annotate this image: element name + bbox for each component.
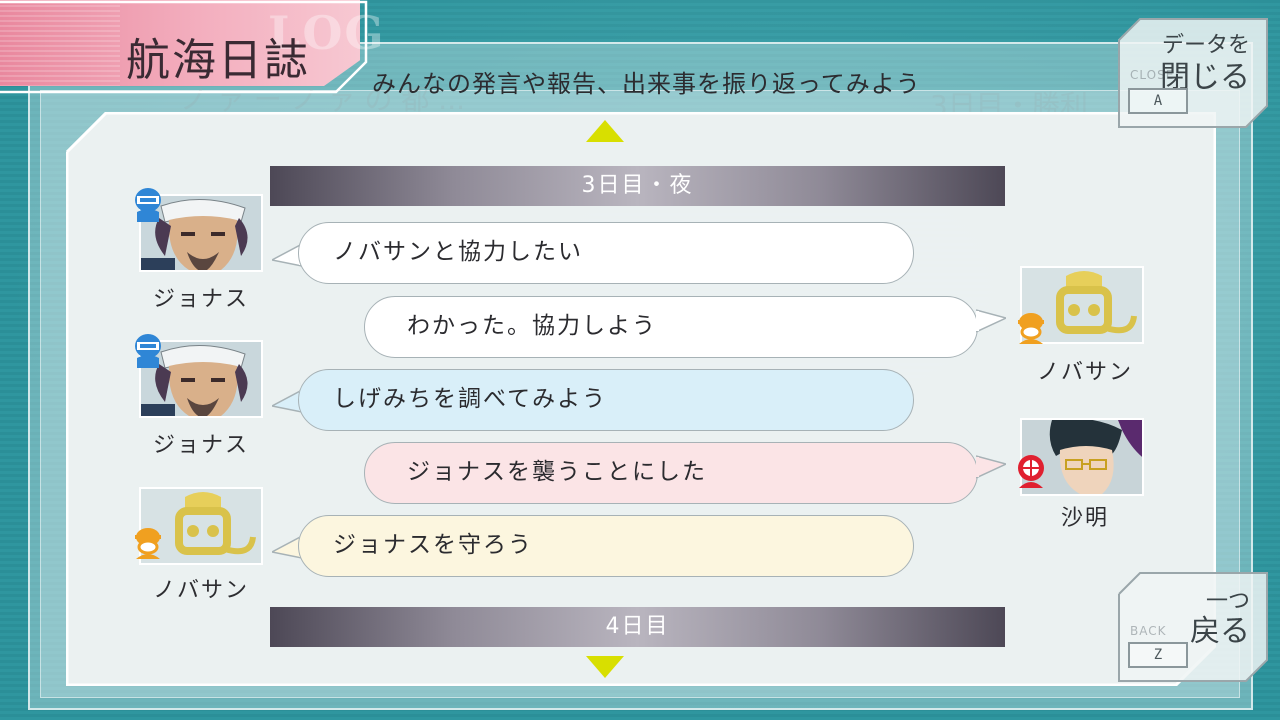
avatar-shamin xyxy=(1018,418,1144,496)
avatar-jonas xyxy=(135,188,263,272)
monkey-icon xyxy=(1018,313,1044,344)
back-button-label-line1: 一つ xyxy=(1205,589,1250,614)
back-button-key: Z xyxy=(1128,642,1188,668)
back-button[interactable]: BACK 一つ 戻る Z xyxy=(1118,572,1268,682)
speaker-name: 沙明 xyxy=(1060,506,1109,531)
message-bubble: ジョナスを守ろう xyxy=(298,515,914,577)
cyborg-icon xyxy=(135,188,161,222)
title-tab-pattern xyxy=(0,0,120,86)
day-header: 3日目・夜 xyxy=(270,166,1005,206)
page-subtitle: みんなの発言や報告、出来事を振り返ってみよう xyxy=(372,70,921,98)
avatar-nobasan xyxy=(135,487,263,565)
close-button-label-line1: データを xyxy=(1161,33,1250,58)
speaker-name: ノバサン xyxy=(1036,360,1133,385)
back-button-label-line2: 戻る xyxy=(1190,614,1250,649)
speaker-name: ジョナス xyxy=(152,287,249,312)
day-header: 4日目 xyxy=(270,607,1005,647)
scroll-up-arrow-icon[interactable] xyxy=(586,120,624,142)
close-button-key: A xyxy=(1128,88,1188,114)
avatar-jonas xyxy=(135,334,263,418)
avatar-nobasan xyxy=(1018,266,1144,344)
bubble-tail xyxy=(976,455,1006,479)
close-button[interactable]: CLOSE データを 閉じる A xyxy=(1118,18,1268,128)
page-title: 航海日誌 xyxy=(126,35,310,86)
message-bubble: しげみちを調べてみよう xyxy=(298,369,914,431)
message-bubble: わかった。協力しよう xyxy=(364,296,978,358)
bubble-tail xyxy=(976,309,1006,333)
monkey-icon xyxy=(135,528,161,559)
back-button-ghost-label: BACK xyxy=(1130,624,1167,638)
speaker-name: ジョナス xyxy=(152,433,249,458)
gnosia-icon xyxy=(1018,455,1044,488)
message-bubble: ジョナスを襲うことにした xyxy=(364,442,978,504)
message-bubble: ノバサンと協力したい xyxy=(298,222,914,284)
scroll-down-arrow-icon[interactable] xyxy=(586,656,624,678)
cyborg-icon xyxy=(135,334,161,368)
speaker-name: ノバサン xyxy=(152,578,249,603)
